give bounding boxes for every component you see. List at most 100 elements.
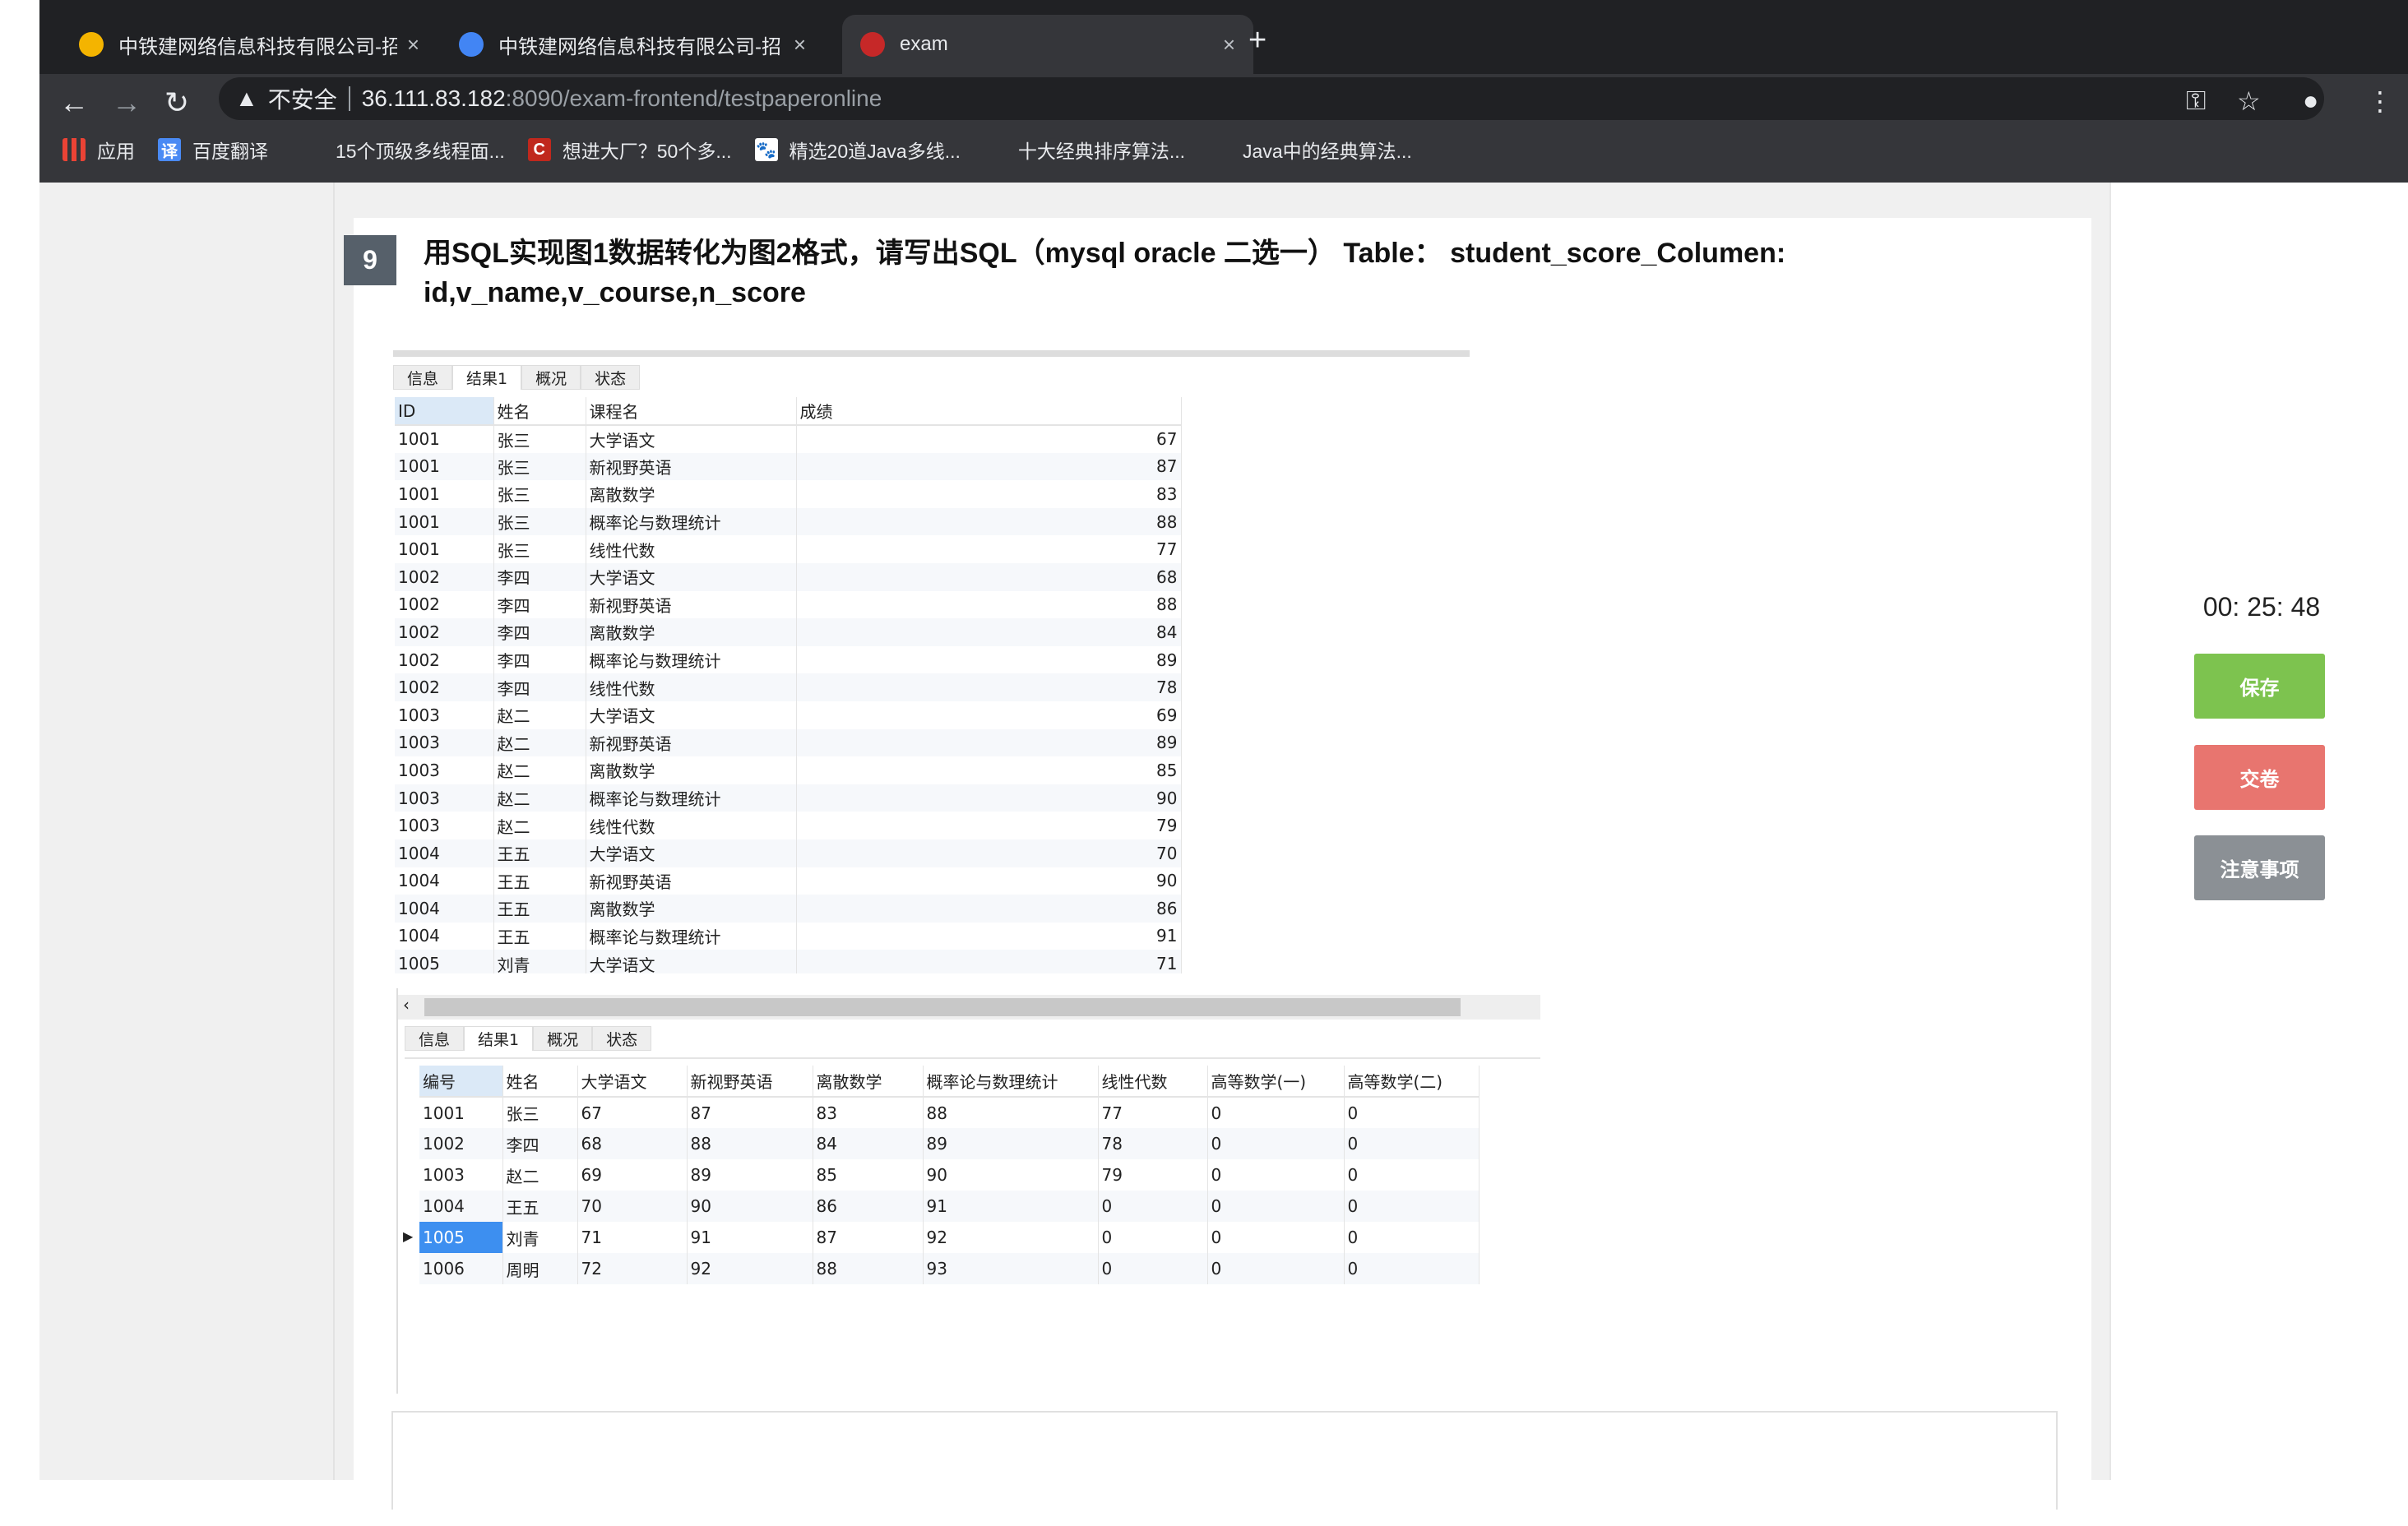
- table-cell: 线性代数: [586, 535, 797, 563]
- back-icon[interactable]: ←: [59, 86, 89, 120]
- apps-grid-icon: [63, 138, 86, 161]
- bookmark-label: 想进大厂？50个多...: [562, 141, 732, 162]
- csdn-icon: C: [527, 138, 551, 161]
- bookmark-item[interactable]: 15个顶级多线程面...: [301, 136, 505, 164]
- table-cell: 赵二: [493, 756, 586, 784]
- new-tab-button[interactable]: +: [1248, 23, 1267, 58]
- table-row[interactable]: 1003 赵二 69 89 85 90 79 0 0: [419, 1159, 1480, 1191]
- table-cell: 新视野英语: [586, 728, 797, 757]
- bookmark-item[interactable]: 🐾 精选20道Java多线...: [754, 136, 961, 164]
- table-cell: 李四: [493, 673, 586, 701]
- table-cell: 张三: [493, 507, 586, 536]
- divider: [393, 350, 1470, 357]
- table-cell: 87: [687, 1097, 813, 1128]
- table-cell: 70: [577, 1191, 688, 1222]
- table-cell: 1006: [419, 1253, 503, 1284]
- table-cell: 0: [1207, 1253, 1345, 1284]
- column-header: 姓名: [493, 397, 586, 426]
- table-cell: 概率论与数理统计: [586, 784, 797, 812]
- table-cell: 77: [796, 535, 1182, 563]
- result-tab[interactable]: 状态: [581, 365, 641, 390]
- left-column: [39, 183, 335, 1480]
- answer-textarea[interactable]: [391, 1411, 2058, 1510]
- question-text: 用SQL实现图1数据转化为图2格式，请写出SQL（mysql oracle 二选…: [424, 238, 1786, 308]
- result-tab[interactable]: 结果1: [452, 365, 522, 390]
- column-header: ID: [395, 397, 494, 426]
- table-row[interactable]: 1002 李四 68 88 84 89 78 0 0: [419, 1128, 1480, 1159]
- table-cell: 线性代数: [586, 673, 797, 701]
- table-cell: 0: [1344, 1159, 1480, 1191]
- bookmark-item[interactable]: C 想进大厂？50个多...: [527, 136, 732, 164]
- table-cell: 赵二: [493, 784, 586, 812]
- table-cell: 张三: [493, 452, 586, 481]
- result-tab[interactable]: 信息: [393, 365, 453, 390]
- table-row: 1003 赵二 大学语文 69: [395, 701, 1182, 729]
- table-row: 1001 张三 大学语文 67: [395, 425, 1182, 453]
- table-cell: 大学语文: [586, 562, 797, 591]
- scroll-thumb: [424, 998, 1461, 1016]
- column-header: 课程名: [586, 397, 797, 426]
- table-cell: 1004: [395, 867, 494, 895]
- table-row[interactable]: 1006 周明 72 92 88 93 0 0 0: [419, 1253, 1480, 1284]
- table-cell: 张三: [493, 425, 586, 453]
- table-cell: 0: [1098, 1191, 1208, 1222]
- result-tab[interactable]: 信息: [405, 1026, 465, 1051]
- table-row[interactable]: 1005 刘青 71 91 87 92 0 0 0: [419, 1222, 1480, 1253]
- forward-icon[interactable]: →: [112, 86, 141, 120]
- table-cell: 1004: [395, 922, 494, 950]
- table-cell: 离散数学: [586, 618, 797, 646]
- page-icon: [983, 138, 1007, 161]
- result-tab[interactable]: 结果1: [464, 1026, 534, 1051]
- right-column: [2109, 183, 2408, 1480]
- table-cell: 离散数学: [586, 895, 797, 923]
- browser-tab[interactable]: exam ×: [842, 15, 1253, 74]
- table-cell: 71: [577, 1222, 688, 1253]
- star-icon[interactable]: ☆: [2237, 86, 2261, 117]
- close-tab-icon[interactable]: ×: [794, 32, 806, 58]
- key-icon[interactable]: ⚿: [2186, 86, 2206, 117]
- close-tab-icon[interactable]: ×: [1223, 32, 1235, 58]
- favicon-icon: [860, 32, 885, 57]
- warning-icon: ▲: [235, 86, 258, 111]
- notes-button[interactable]: 注意事项: [2194, 835, 2325, 900]
- table-cell: 李四: [493, 562, 586, 591]
- submit-button[interactable]: 交卷: [2194, 745, 2325, 810]
- column-header: 离散数学: [813, 1066, 924, 1098]
- table-row: 1001 张三 概率论与数理统计 88: [395, 507, 1182, 536]
- menu-icon[interactable]: ⋮: [2367, 86, 2393, 117]
- result-tab[interactable]: 状态: [592, 1026, 652, 1051]
- table-cell: 1003: [419, 1159, 503, 1191]
- table-cell: 79: [1098, 1159, 1208, 1191]
- result-tab[interactable]: 概况: [521, 365, 581, 390]
- table-cell: 赵二: [493, 701, 586, 729]
- browser-tab[interactable]: 中铁建网络信息科技有限公司-招 ×: [441, 15, 824, 74]
- table-cell: 77: [1098, 1097, 1208, 1128]
- result-tab[interactable]: 概况: [533, 1026, 593, 1051]
- bookmark-item[interactable]: 译百度翻译: [158, 136, 268, 164]
- reload-icon[interactable]: ↻: [164, 86, 189, 120]
- table-row: 1003 赵二 线性代数 79: [395, 812, 1182, 839]
- table-row: 1002 李四 大学语文 68: [395, 562, 1182, 591]
- bookmark-label: 十大经典排序算法...: [1017, 141, 1186, 162]
- bookmark-item[interactable]: Java中的经典算法...: [1208, 136, 1412, 164]
- save-button[interactable]: 保存: [2194, 654, 2325, 719]
- table-cell: 0: [1207, 1097, 1345, 1128]
- table-cell: 1004: [395, 839, 494, 867]
- table-row: 1004 王五 概率论与数理统计 91: [395, 922, 1182, 950]
- table-cell: 87: [813, 1222, 924, 1253]
- table-cell: 0: [1098, 1222, 1208, 1253]
- table-row[interactable]: 1004 王五 70 90 86 91 0 0 0: [419, 1191, 1480, 1222]
- table-cell: 1003: [395, 756, 494, 784]
- bookmark-item[interactable]: 应用: [63, 136, 135, 164]
- profile-icon[interactable]: ●: [2303, 86, 2318, 116]
- close-tab-icon[interactable]: ×: [407, 32, 419, 58]
- divider: [348, 86, 350, 111]
- table-cell: 90: [687, 1191, 813, 1222]
- table-row[interactable]: 1001 张三 67 87 83 88 77 0 0: [419, 1097, 1480, 1128]
- table-cell: 概率论与数理统计: [586, 507, 797, 536]
- address-bar[interactable]: ▲ 不安全 36.111.83.182:8090/exam-frontend/t…: [219, 77, 2324, 120]
- table-cell: 88: [813, 1253, 924, 1284]
- table-cell: 赵二: [493, 812, 586, 839]
- browser-tab[interactable]: 中铁建网络信息科技有限公司-招 ×: [61, 15, 438, 74]
- bookmark-item[interactable]: 十大经典排序算法...: [983, 136, 1186, 164]
